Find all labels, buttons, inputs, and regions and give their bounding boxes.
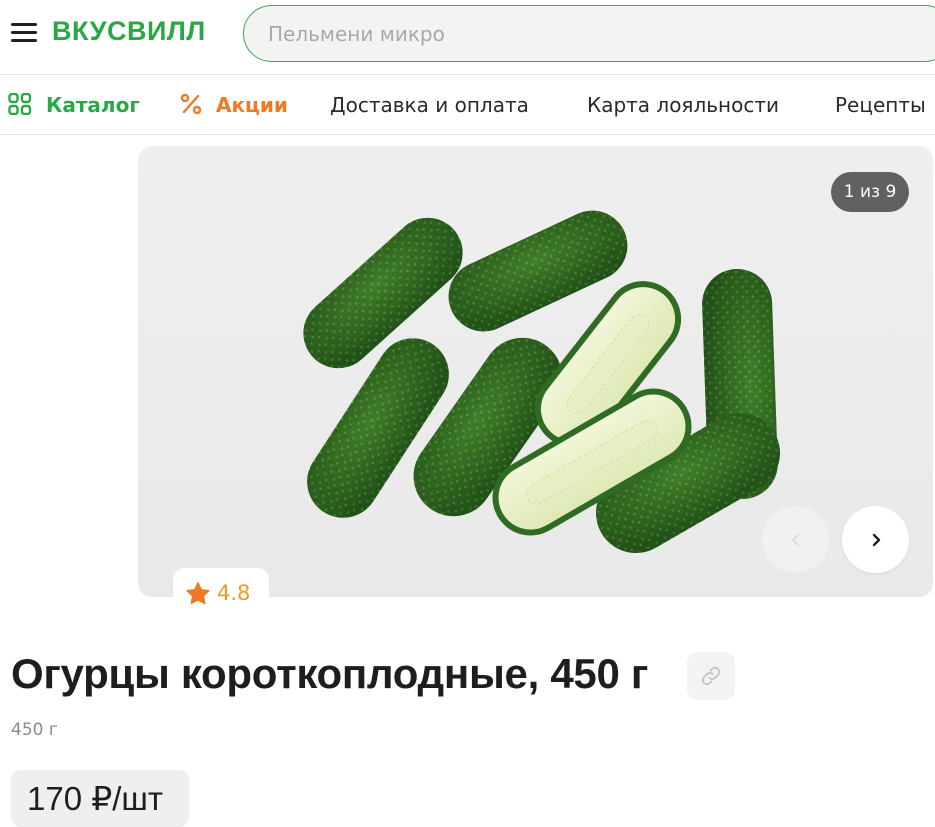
search-box[interactable] bbox=[243, 5, 935, 62]
product-gallery[interactable]: 1 из 9 bbox=[138, 146, 933, 597]
percent-icon bbox=[180, 93, 202, 120]
nav-catalog-label: Каталог bbox=[46, 93, 140, 117]
product-weight: 450 г bbox=[11, 720, 58, 740]
product-title: Огурцы короткоплодные, 450 г bbox=[11, 650, 649, 697]
nav-item-promo[interactable]: Акции bbox=[180, 93, 288, 120]
rating-value: 4.8 bbox=[217, 581, 251, 605]
burger-menu-icon[interactable] bbox=[11, 23, 38, 43]
nav-item-loyalty[interactable]: Карта лояльности bbox=[587, 93, 779, 117]
copy-link-button[interactable] bbox=[687, 652, 735, 700]
grid-icon bbox=[8, 92, 32, 120]
chevron-right-icon bbox=[872, 533, 880, 546]
gallery-prev-button[interactable] bbox=[762, 506, 829, 573]
gallery-next-button[interactable] bbox=[842, 506, 909, 573]
nav-item-recipes[interactable]: Рецепты bbox=[835, 93, 926, 117]
nav-item-catalog[interactable]: Каталог bbox=[8, 92, 140, 120]
header: ВКУСВИЛЛ bbox=[0, 0, 935, 70]
rating-badge[interactable]: 4.8 bbox=[173, 568, 269, 618]
search-input[interactable] bbox=[244, 6, 935, 61]
logo[interactable]: ВКУСВИЛЛ bbox=[52, 16, 206, 47]
nav-promo-label: Акции bbox=[216, 93, 288, 117]
nav-divider bbox=[0, 134, 935, 135]
product-price: 170 ₽/шт bbox=[11, 770, 189, 827]
chevron-left-icon bbox=[791, 533, 799, 546]
star-icon bbox=[186, 581, 210, 604]
main-nav: Каталог Акции Доставка и оплата Карта ло… bbox=[0, 75, 935, 135]
gallery-counter: 1 из 9 bbox=[831, 172, 909, 212]
nav-item-delivery[interactable]: Доставка и оплата bbox=[330, 93, 529, 117]
link-icon bbox=[701, 666, 721, 686]
